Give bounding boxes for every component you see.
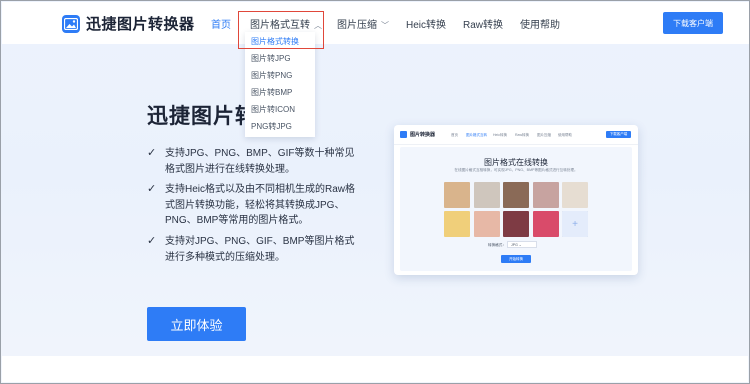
feature-item: ✓ 支持对JPG、PNG、GIF、BMP等图片格式 进行多种模式的压缩处理。 bbox=[147, 234, 354, 265]
dropdown-item[interactable]: 图片转BMP bbox=[251, 87, 292, 98]
preview-thumbnail bbox=[503, 182, 529, 208]
site-header: 迅捷图片转换器 首页 图片格式互转 ︿ 图片压缩 ﹀ Heic转换 Raw转换 使用… bbox=[2, 2, 749, 44]
feature-line: 格式图片进行在线转换处理。 bbox=[165, 163, 295, 175]
hero-title: 迅捷图片转 bbox=[147, 105, 257, 128]
dropdown-item[interactable]: 图片转ICON bbox=[251, 104, 295, 115]
preview-format-value: JPG bbox=[511, 243, 518, 247]
logo-text: 迅捷图片转换器 bbox=[86, 16, 195, 33]
add-icon: + bbox=[562, 211, 588, 237]
preview-format-select: JPG ⌄ bbox=[507, 241, 537, 248]
preview-logo-text: 图片转换器 bbox=[410, 132, 436, 138]
nav-compress[interactable]: 图片压缩 ﹀ bbox=[337, 16, 389, 31]
feature-item: ✓ 支持Heic格式以及由不同相机生成的Raw格 式图片转换功能，轻松将其转换成… bbox=[147, 182, 355, 229]
preview-format-label: 转换格式： bbox=[488, 243, 506, 247]
preview-subtitle: 在线图片格式互相转换，可实现JPG、PNG、BMP等图片格式进行互转处理。 bbox=[454, 168, 578, 172]
nav-heic[interactable]: Heic转换 bbox=[406, 16, 446, 31]
preview-nav-item: 图片压缩 bbox=[537, 133, 551, 137]
nav-highlight-box bbox=[238, 11, 324, 49]
feature-line: 式图片转换功能，轻松将其转换成JPG、 bbox=[165, 199, 345, 211]
preview-header: 图片转换器 首页 图片格式互转 Heic转换 Raw转换 图片压缩 使用帮助 下… bbox=[394, 125, 638, 145]
preview-convert-button: 开始转换 bbox=[501, 255, 531, 263]
site-logo[interactable]: 迅捷图片转换器 bbox=[62, 13, 195, 34]
preview-logo: 图片转换器 bbox=[400, 131, 435, 138]
feature-line: 支持对JPG、PNG、GIF、BMP等图片格式 bbox=[165, 236, 355, 247]
preview-thumbnail bbox=[503, 211, 529, 237]
page-bottom bbox=[2, 356, 748, 382]
feature-line: 支持Heic格式以及由不同相机生成的Raw格 bbox=[165, 184, 356, 195]
dropdown-item[interactable]: PNG转JPG bbox=[251, 121, 292, 132]
preview-nav-item: 图片格式互转 bbox=[466, 133, 487, 137]
preview-nav-item: Raw转换 bbox=[515, 133, 530, 137]
check-icon: ✓ bbox=[147, 147, 157, 159]
check-icon: ✓ bbox=[147, 235, 157, 247]
preview-thumbnail bbox=[444, 211, 470, 237]
feature-line: 支持JPG、PNG、BMP、GIF等数十种常见 bbox=[165, 148, 355, 159]
preview-thumbnail bbox=[532, 182, 559, 208]
download-client-button[interactable]: 下载客户端 bbox=[663, 12, 723, 34]
feature-item: ✓ 支持JPG、PNG、BMP、GIF等数十种常见 格式图片进行在线转换处理。 bbox=[147, 146, 354, 177]
preview-nav-item: 使用帮助 bbox=[558, 133, 572, 137]
feature-line: PNG、BMP等常用的图片格式。 bbox=[165, 215, 309, 226]
nav-raw[interactable]: Raw转换 bbox=[463, 16, 503, 31]
nav-home[interactable]: 首页 bbox=[211, 16, 231, 31]
preview-thumbnail bbox=[562, 182, 588, 208]
image-icon bbox=[400, 131, 407, 138]
dropdown-item[interactable]: 图片转PNG bbox=[251, 70, 292, 81]
preview-thumbnail bbox=[473, 211, 500, 237]
feature-line: 进行多种模式的压缩处理。 bbox=[165, 251, 285, 263]
preview-thumbnail bbox=[532, 211, 559, 237]
preview-title: 图片格式在线转换 bbox=[484, 158, 548, 167]
image-icon bbox=[62, 14, 80, 33]
preview-nav-item: 首页 bbox=[451, 133, 458, 137]
product-preview: 图片转换器 首页 图片格式互转 Heic转换 Raw转换 图片压缩 使用帮助 下… bbox=[394, 125, 638, 275]
preview-thumbnail bbox=[444, 182, 470, 208]
nav-help[interactable]: 使用帮助 bbox=[520, 16, 560, 31]
preview-download-button: 下载客户端 bbox=[606, 131, 631, 138]
dropdown-item[interactable]: 图片转JPG bbox=[251, 53, 291, 64]
preview-thumbnail bbox=[473, 182, 500, 208]
check-icon: ✓ bbox=[147, 183, 157, 195]
browser-frame: 迅捷图片转换器 首页 图片格式互转 ︿ 图片压缩 ﹀ Heic转换 Raw转换 使用… bbox=[0, 0, 750, 384]
chevron-down-icon: ﹀ bbox=[381, 21, 389, 30]
preview-nav-item: Heic转换 bbox=[493, 133, 508, 137]
try-now-button[interactable]: 立即体验 bbox=[147, 307, 246, 341]
nav-compress-label: 图片压缩 bbox=[337, 20, 377, 31]
